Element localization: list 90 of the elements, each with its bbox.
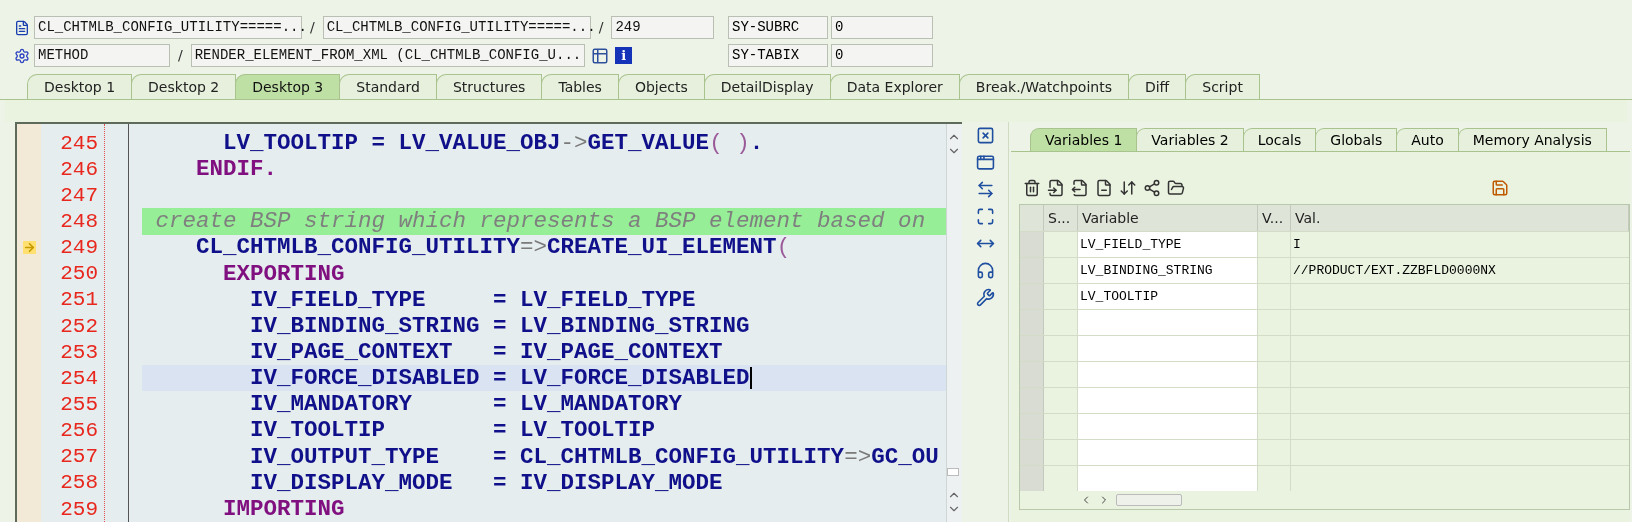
tab[interactable]: Locals [1242, 128, 1317, 151]
sysvar-name-field[interactable]: SY-TABIX [728, 44, 828, 67]
table-cell: LV_BINDING_STRING [1078, 258, 1258, 283]
maximize-icon[interactable] [975, 207, 995, 226]
code-line: IV_PAGE_CONTEXT = IV_PAGE_CONTEXT [249, 340, 723, 364]
scrollbar-thumb[interactable] [1116, 494, 1182, 506]
sysvar-value-field[interactable]: 0 [831, 16, 933, 39]
code-line: IV_FIELD_TYPE = LV_FIELD_TYPE [249, 288, 696, 312]
code-line: IV_TOOLTIP = LV_TOOLTIP [249, 419, 656, 442]
tab[interactable]: DetailDisplay [703, 74, 831, 99]
display-field[interactable]: 249 [611, 16, 714, 39]
line-number: 255 [60, 393, 98, 415]
scrollbar-thumb[interactable] [947, 468, 959, 476]
tab[interactable]: Script [1185, 74, 1260, 99]
swap-icon[interactable] [975, 180, 995, 199]
table-cell: I [1293, 237, 1301, 252]
line-number: 257 [60, 446, 98, 468]
column-header[interactable]: Val. [1291, 205, 1629, 231]
sysvar-name-field[interactable]: SY-SUBRC [728, 16, 828, 39]
code-comment: create BSP string which represents a BSP element based on [154, 210, 926, 233]
document-icon [14, 19, 30, 36]
new-window-icon[interactable] [975, 153, 995, 172]
text-cursor [749, 367, 752, 390]
tab[interactable]: Globals [1315, 128, 1398, 151]
table-cell: LV_FIELD_TYPE [1078, 232, 1258, 257]
line-number: 252 [60, 315, 98, 337]
line-number: 258 [60, 472, 98, 494]
code-line: IMPORTING [222, 497, 345, 521]
table-cell: LV_TOOLTIP [1078, 284, 1258, 309]
code-line: IV_FORCE_DISABLED = LV_FORCE_DISABLED [249, 367, 750, 390]
code-line: IV_DISPLAY_MODE = IV_DISPLAY_MODE [249, 471, 723, 495]
line-number: 253 [60, 341, 98, 363]
tab[interactable]: Objects [617, 74, 705, 99]
tab[interactable]: Break./Watchpoints [958, 74, 1129, 99]
vertical-scrollbar[interactable] [946, 124, 962, 522]
headset-icon[interactable] [975, 261, 995, 280]
tab[interactable]: Variables 2 [1136, 128, 1244, 151]
line-number: 246 [60, 158, 98, 180]
column-header[interactable]: Variable [1078, 205, 1258, 231]
code-line: CL_CHTMLB_CONFIG_UTILITY=>CREATE_UI_ELEMENT( [195, 236, 791, 259]
line-number: 259 [60, 498, 98, 520]
save-icon[interactable] [1491, 179, 1509, 197]
tab[interactable]: Data Explorer [829, 74, 960, 99]
tab[interactable]: Desktop 2 [131, 74, 237, 99]
display-field[interactable]: METHOD [34, 44, 170, 67]
tab[interactable]: Desktop 1 [27, 74, 133, 99]
column-header[interactable]: V... [1258, 205, 1291, 231]
code-line: IV_BINDING_STRING = LV_BINDING_STRING [249, 314, 750, 338]
code-line: IV_OUTPUT_TYPE = CL_CHTMLB_CONFIG_UTILITY=>GC_OU [249, 445, 939, 468]
line-number: 245 [60, 132, 98, 154]
document-arrow-icon[interactable] [1047, 179, 1065, 197]
display-field[interactable]: CL_CHTMLB_CONFIG_UTILITY=====... [34, 16, 302, 39]
folder-icon[interactable] [1167, 179, 1185, 197]
line-number: 256 [60, 420, 98, 442]
close-icon[interactable] [975, 126, 995, 145]
sysvar-value-field[interactable]: 0 [831, 44, 933, 67]
wrench-icon[interactable] [975, 288, 995, 307]
trash-icon[interactable] [1023, 179, 1041, 197]
code-line: ENDIF. [195, 157, 278, 181]
line-number: 247 [60, 184, 98, 206]
line-number: 250 [60, 263, 98, 285]
tab[interactable]: Tables [541, 74, 619, 99]
tab[interactable]: Desktop 3 [235, 74, 341, 99]
table-cell: //PRODUCT/EXT.ZZBFLD0000NX [1293, 263, 1496, 278]
tab[interactable]: Structures [436, 74, 543, 99]
code-line: IV_MANDATORY = LV_MANDATORY [249, 393, 683, 416]
table-icon[interactable] [591, 46, 610, 65]
tab[interactable]: Memory Analysis [1457, 128, 1607, 151]
display-field[interactable]: RENDER_ELEMENT_FROM_XML (CL_CHTMLB_CONFIG_U... [190, 44, 586, 67]
branch-icon[interactable] [1143, 179, 1161, 197]
sort-arrows-icon[interactable] [1119, 179, 1137, 197]
gear-icon [14, 47, 30, 64]
line-number: 248 [60, 211, 98, 232]
tab[interactable]: Standard [339, 74, 437, 99]
line-number: 249 [60, 237, 98, 259]
display-field[interactable]: CL_CHTMLB_CONFIG_UTILITY=====... [322, 16, 591, 39]
separator: / [309, 18, 316, 37]
line-number: 251 [60, 289, 98, 311]
code-line: EXPORTING [222, 262, 345, 285]
column-header[interactable]: S... [1044, 205, 1078, 231]
separator: / [177, 46, 184, 65]
tab[interactable]: Variables 1 [1030, 128, 1138, 151]
document-arrow-icon[interactable] [1071, 179, 1089, 197]
line-number: 254 [60, 367, 98, 389]
separator: / [597, 18, 605, 37]
tab[interactable]: Diff [1127, 74, 1187, 99]
tab[interactable]: Auto [1396, 128, 1459, 151]
code-line: LV_TOOLTIP = LV_VALUE_OBJ->GET_VALUE( ). [222, 131, 764, 155]
info-button[interactable]: i [615, 47, 633, 64]
document-minus-icon[interactable] [1095, 179, 1113, 197]
